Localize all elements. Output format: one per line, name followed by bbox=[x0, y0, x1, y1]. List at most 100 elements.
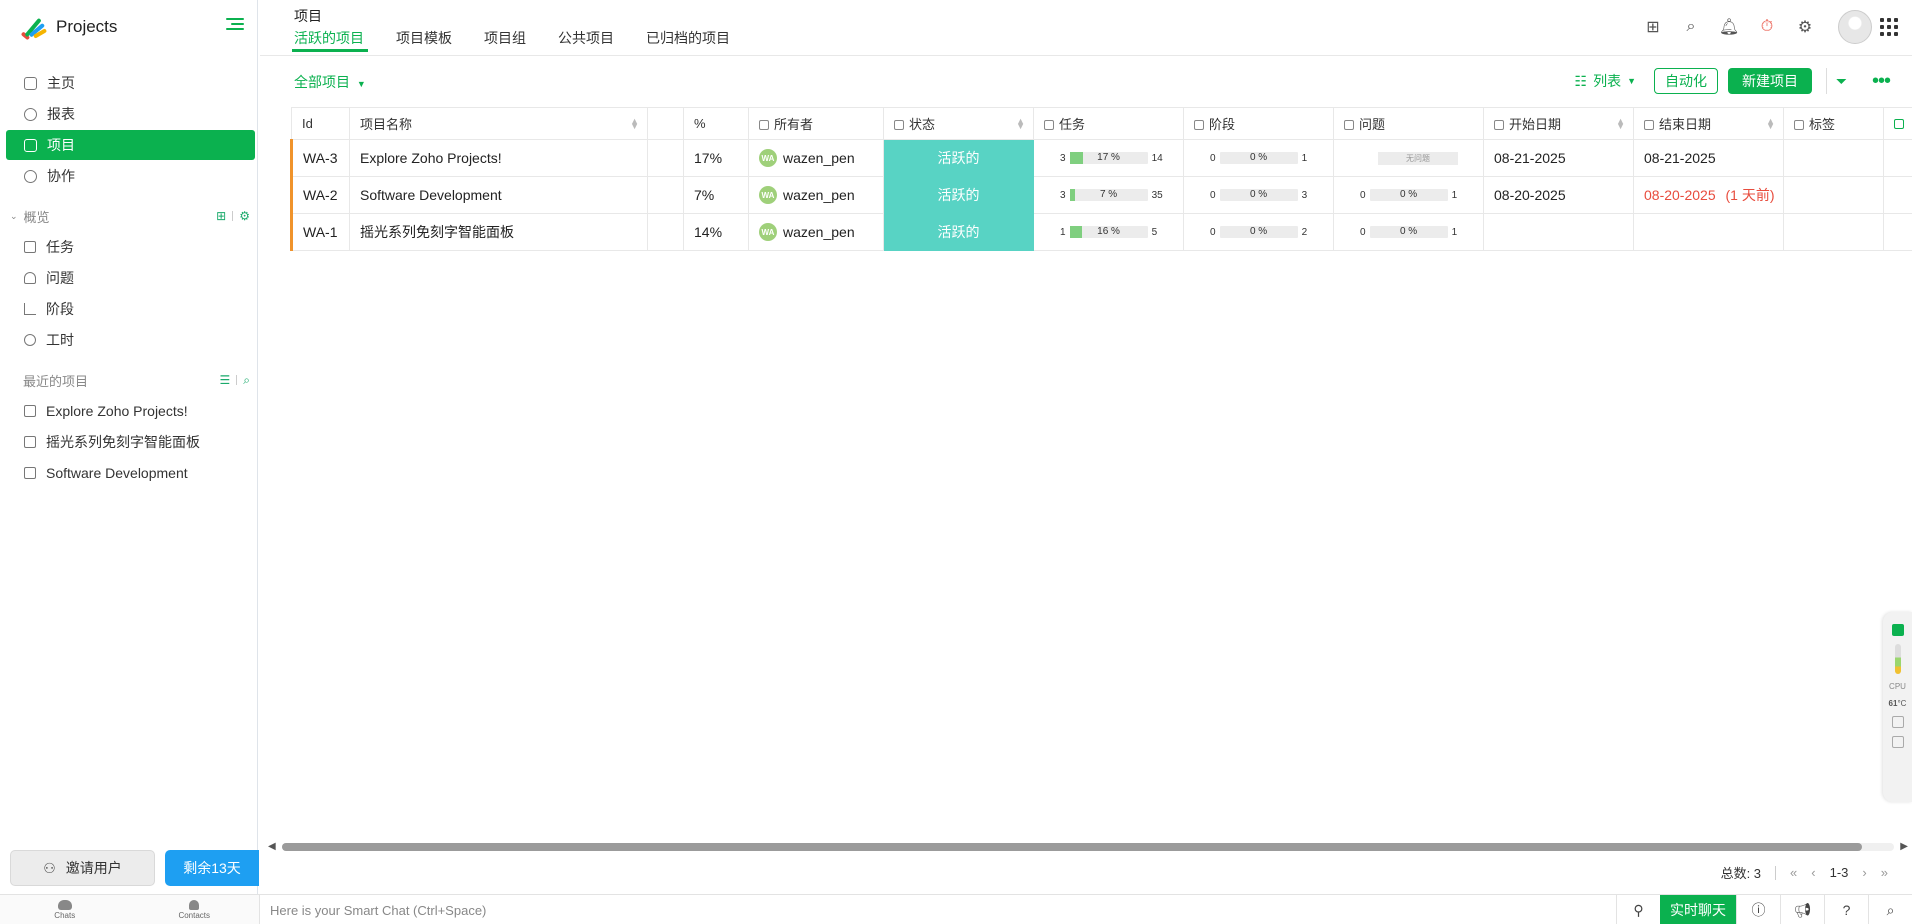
timer-icon[interactable]: ⏱︎ bbox=[1748, 11, 1786, 43]
accessibility-icon[interactable]: ⓘ bbox=[1736, 895, 1780, 924]
column-header-end-date[interactable]: 结束日期 ▲ ▼ bbox=[1633, 107, 1784, 140]
previous-page-icon[interactable]: ‹ bbox=[1811, 865, 1815, 880]
filter-funnel-icon[interactable]: ⏷ bbox=[1826, 68, 1856, 94]
milestones-open-count: 0 bbox=[1210, 152, 1216, 164]
sidebar-item-issues[interactable]: 问题 bbox=[6, 262, 255, 293]
project-name-cell[interactable]: Software Development bbox=[349, 176, 648, 214]
column-header-percent[interactable]: % bbox=[683, 107, 749, 140]
zoom-icon[interactable] bbox=[1891, 736, 1904, 748]
smart-chat-input[interactable]: Here is your Smart Chat (Ctrl+Space) bbox=[270, 903, 486, 918]
page-range: 1-3 bbox=[1829, 865, 1849, 880]
last-page-icon[interactable]: » bbox=[1881, 865, 1888, 880]
tasks-progress-bar: 17 % bbox=[1069, 152, 1148, 164]
first-page-icon[interactable]: « bbox=[1790, 865, 1797, 880]
user-avatar[interactable] bbox=[1838, 10, 1872, 44]
column-header-id[interactable]: Id bbox=[291, 107, 350, 140]
search-icon[interactable]: ⌕ bbox=[243, 373, 250, 388]
next-page-icon[interactable]: › bbox=[1862, 865, 1866, 880]
recent-project-item[interactable]: 摇光系列免刻字智能面板 bbox=[6, 426, 255, 457]
project-name-cell[interactable]: Explore Zoho Projects! bbox=[349, 139, 648, 177]
notification-bell-icon[interactable]: 🔔︎ bbox=[1710, 11, 1748, 43]
sort-arrows-icon[interactable]: ▲ ▼ bbox=[1766, 117, 1775, 131]
sort-arrows-icon[interactable]: ▲ ▼ bbox=[630, 117, 639, 131]
status-badge[interactable]: 活跃的 bbox=[883, 176, 1034, 214]
milestones-progress: 0 0 % 3 bbox=[1194, 189, 1333, 201]
scroll-right-arrow-icon[interactable]: ▶ bbox=[1900, 841, 1908, 852]
scroll-left-arrow-icon[interactable]: ◀ bbox=[268, 841, 276, 852]
table-row[interactable]: WA-3 Explore Zoho Projects! 17% WA wazen… bbox=[290, 139, 1912, 177]
column-header-name[interactable]: 项目名称 ▲ ▼ bbox=[349, 107, 648, 140]
tasks-progress-percent: 16 % bbox=[1097, 226, 1120, 237]
chats-label: Chats bbox=[54, 910, 76, 920]
scrollbar-thumb[interactable] bbox=[282, 843, 1862, 851]
column-header-status[interactable]: 状态 ▲ ▼ bbox=[883, 107, 1034, 140]
settings-gear-icon[interactable]: ⚙ bbox=[1786, 11, 1824, 43]
column-header-tags[interactable]: 标签 bbox=[1783, 107, 1884, 140]
chart-icon[interactable] bbox=[1891, 716, 1904, 728]
sidebar-item-home[interactable]: 主页 bbox=[6, 68, 255, 98]
column-settings-cell[interactable] bbox=[1883, 107, 1912, 140]
contacts-button[interactable]: Contacts bbox=[130, 895, 260, 924]
chats-button[interactable]: Chats bbox=[0, 895, 130, 924]
overview-settings-icon[interactable]: ⚙ bbox=[239, 209, 250, 223]
assistant-icon[interactable]: ⚲ bbox=[1616, 895, 1660, 924]
invite-users-button[interactable]: ⚇ 邀请用户 bbox=[10, 850, 155, 886]
tab-project-templates[interactable]: 项目模板 bbox=[396, 28, 452, 52]
task-icon bbox=[1044, 120, 1054, 130]
help-icon[interactable]: ? bbox=[1824, 895, 1868, 924]
app-brand[interactable]: Projects bbox=[20, 14, 117, 41]
sidebar-item-projects[interactable]: 项目 bbox=[6, 130, 255, 160]
app-launcher-grid-icon[interactable] bbox=[1880, 18, 1898, 36]
tab-public-projects[interactable]: 公共项目 bbox=[558, 28, 614, 52]
horizontal-scrollbar[interactable]: ◀ ▶ bbox=[268, 841, 1908, 853]
sidebar-item-tasks[interactable]: 任务 bbox=[6, 231, 255, 262]
tasks-open-count: 1 bbox=[1060, 226, 1066, 238]
tab-active-projects[interactable]: 活跃的项目 bbox=[292, 28, 368, 52]
sidebar-item-collaboration[interactable]: 协作 bbox=[6, 161, 255, 191]
column-header-tasks[interactable]: 任务 bbox=[1033, 107, 1184, 140]
trial-days-button[interactable]: 剩余13天 bbox=[165, 850, 259, 886]
recent-project-item[interactable]: Software Development bbox=[6, 457, 255, 488]
overview-section-header[interactable]: ⌄ 概览 ⊞ ⚙ bbox=[10, 206, 250, 226]
live-chat-button[interactable]: 实时聊天 bbox=[1660, 895, 1736, 924]
search-icon[interactable]: ⌕ bbox=[1672, 11, 1710, 43]
tab-archived-projects[interactable]: 已归档的项目 bbox=[646, 28, 730, 52]
sort-arrows-icon[interactable]: ▲ ▼ bbox=[1016, 117, 1025, 131]
owner-name: wazen_pen bbox=[783, 150, 855, 166]
status-badge[interactable]: 活跃的 bbox=[883, 213, 1034, 251]
quick-add-icon[interactable]: ⊞ bbox=[1634, 11, 1672, 43]
table-row[interactable]: WA-1 摇光系列免刻字智能面板 14% WA wazen_pen 活跃的 1 … bbox=[290, 213, 1912, 251]
project-filter-dropdown[interactable]: 全部项目 ▼ bbox=[294, 72, 366, 92]
column-header-milestones[interactable]: 阶段 bbox=[1183, 107, 1334, 140]
view-mode-dropdown[interactable]: ☷ 列表 ▼ bbox=[1575, 71, 1636, 91]
table-row[interactable]: WA-2 Software Development 7% WA wazen_pe… bbox=[290, 176, 1912, 214]
column-header-owner[interactable]: 所有者 bbox=[748, 107, 884, 140]
cpu-temp: 61°C bbox=[1889, 699, 1907, 708]
sidebar-item-label: 问题 bbox=[46, 269, 74, 286]
new-project-button[interactable]: 新建项目 bbox=[1728, 68, 1812, 94]
sidebar-item-milestones[interactable]: 阶段 bbox=[6, 293, 255, 324]
sidebar-item-timesheet[interactable]: 工时 bbox=[6, 324, 255, 355]
sidebar-item-reports[interactable]: 报表 bbox=[6, 99, 255, 129]
recent-project-item[interactable]: Explore Zoho Projects! bbox=[6, 395, 255, 426]
project-name[interactable]: Explore Zoho Projects! bbox=[360, 150, 502, 166]
column-header-issues[interactable]: 问题 bbox=[1333, 107, 1484, 140]
end-date-cell: 08-20-2025 (1 天前) bbox=[1633, 176, 1784, 214]
sort-icon[interactable]: ☰ bbox=[220, 373, 231, 387]
milestone-icon bbox=[1194, 120, 1204, 130]
project-name[interactable]: 摇光系列免刻字智能面板 bbox=[360, 224, 514, 240]
column-header-start-date[interactable]: 开始日期 ▲ ▼ bbox=[1483, 107, 1634, 140]
tab-project-groups[interactable]: 项目组 bbox=[484, 28, 526, 52]
more-options-icon[interactable]: ••• bbox=[1866, 70, 1896, 93]
automation-button[interactable]: 自动化 bbox=[1654, 68, 1718, 94]
project-name-cell[interactable]: 摇光系列免刻字智能面板 bbox=[349, 213, 648, 251]
add-widget-icon[interactable]: ⊞ bbox=[216, 209, 226, 223]
announcement-icon[interactable]: 📢︎ bbox=[1780, 895, 1824, 924]
sort-arrows-icon[interactable]: ▲ ▼ bbox=[1616, 117, 1625, 131]
status-badge[interactable]: 活跃的 bbox=[883, 139, 1034, 177]
system-monitor-widget[interactable]: CPU 61°C bbox=[1883, 612, 1912, 802]
project-name[interactable]: Software Development bbox=[360, 187, 502, 203]
sidebar-collapse-icon[interactable] bbox=[226, 18, 244, 34]
milestones-progress: 0 0 % 2 bbox=[1194, 226, 1333, 238]
search-icon[interactable]: ⌕ bbox=[1868, 895, 1912, 924]
